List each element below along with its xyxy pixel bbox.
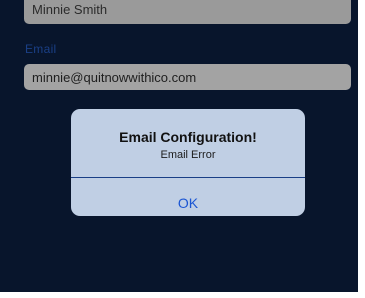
name-field[interactable]: Minnie Smith [24,0,351,24]
app-screen: Minnie Smith Email minnie@quitnowwithico… [0,0,358,292]
ok-button[interactable]: OK [71,178,305,216]
email-field[interactable]: minnie@quitnowwithico.com [24,64,351,90]
name-field-value: Minnie Smith [32,2,108,17]
alert-title: Email Configuration! [119,129,257,145]
email-label: Email [25,42,57,56]
alert-dialog: Email Configuration! Email Error OK [71,109,305,216]
alert-message: Email Error [160,149,216,161]
email-field-value: minnie@quitnowwithico.com [32,70,197,85]
